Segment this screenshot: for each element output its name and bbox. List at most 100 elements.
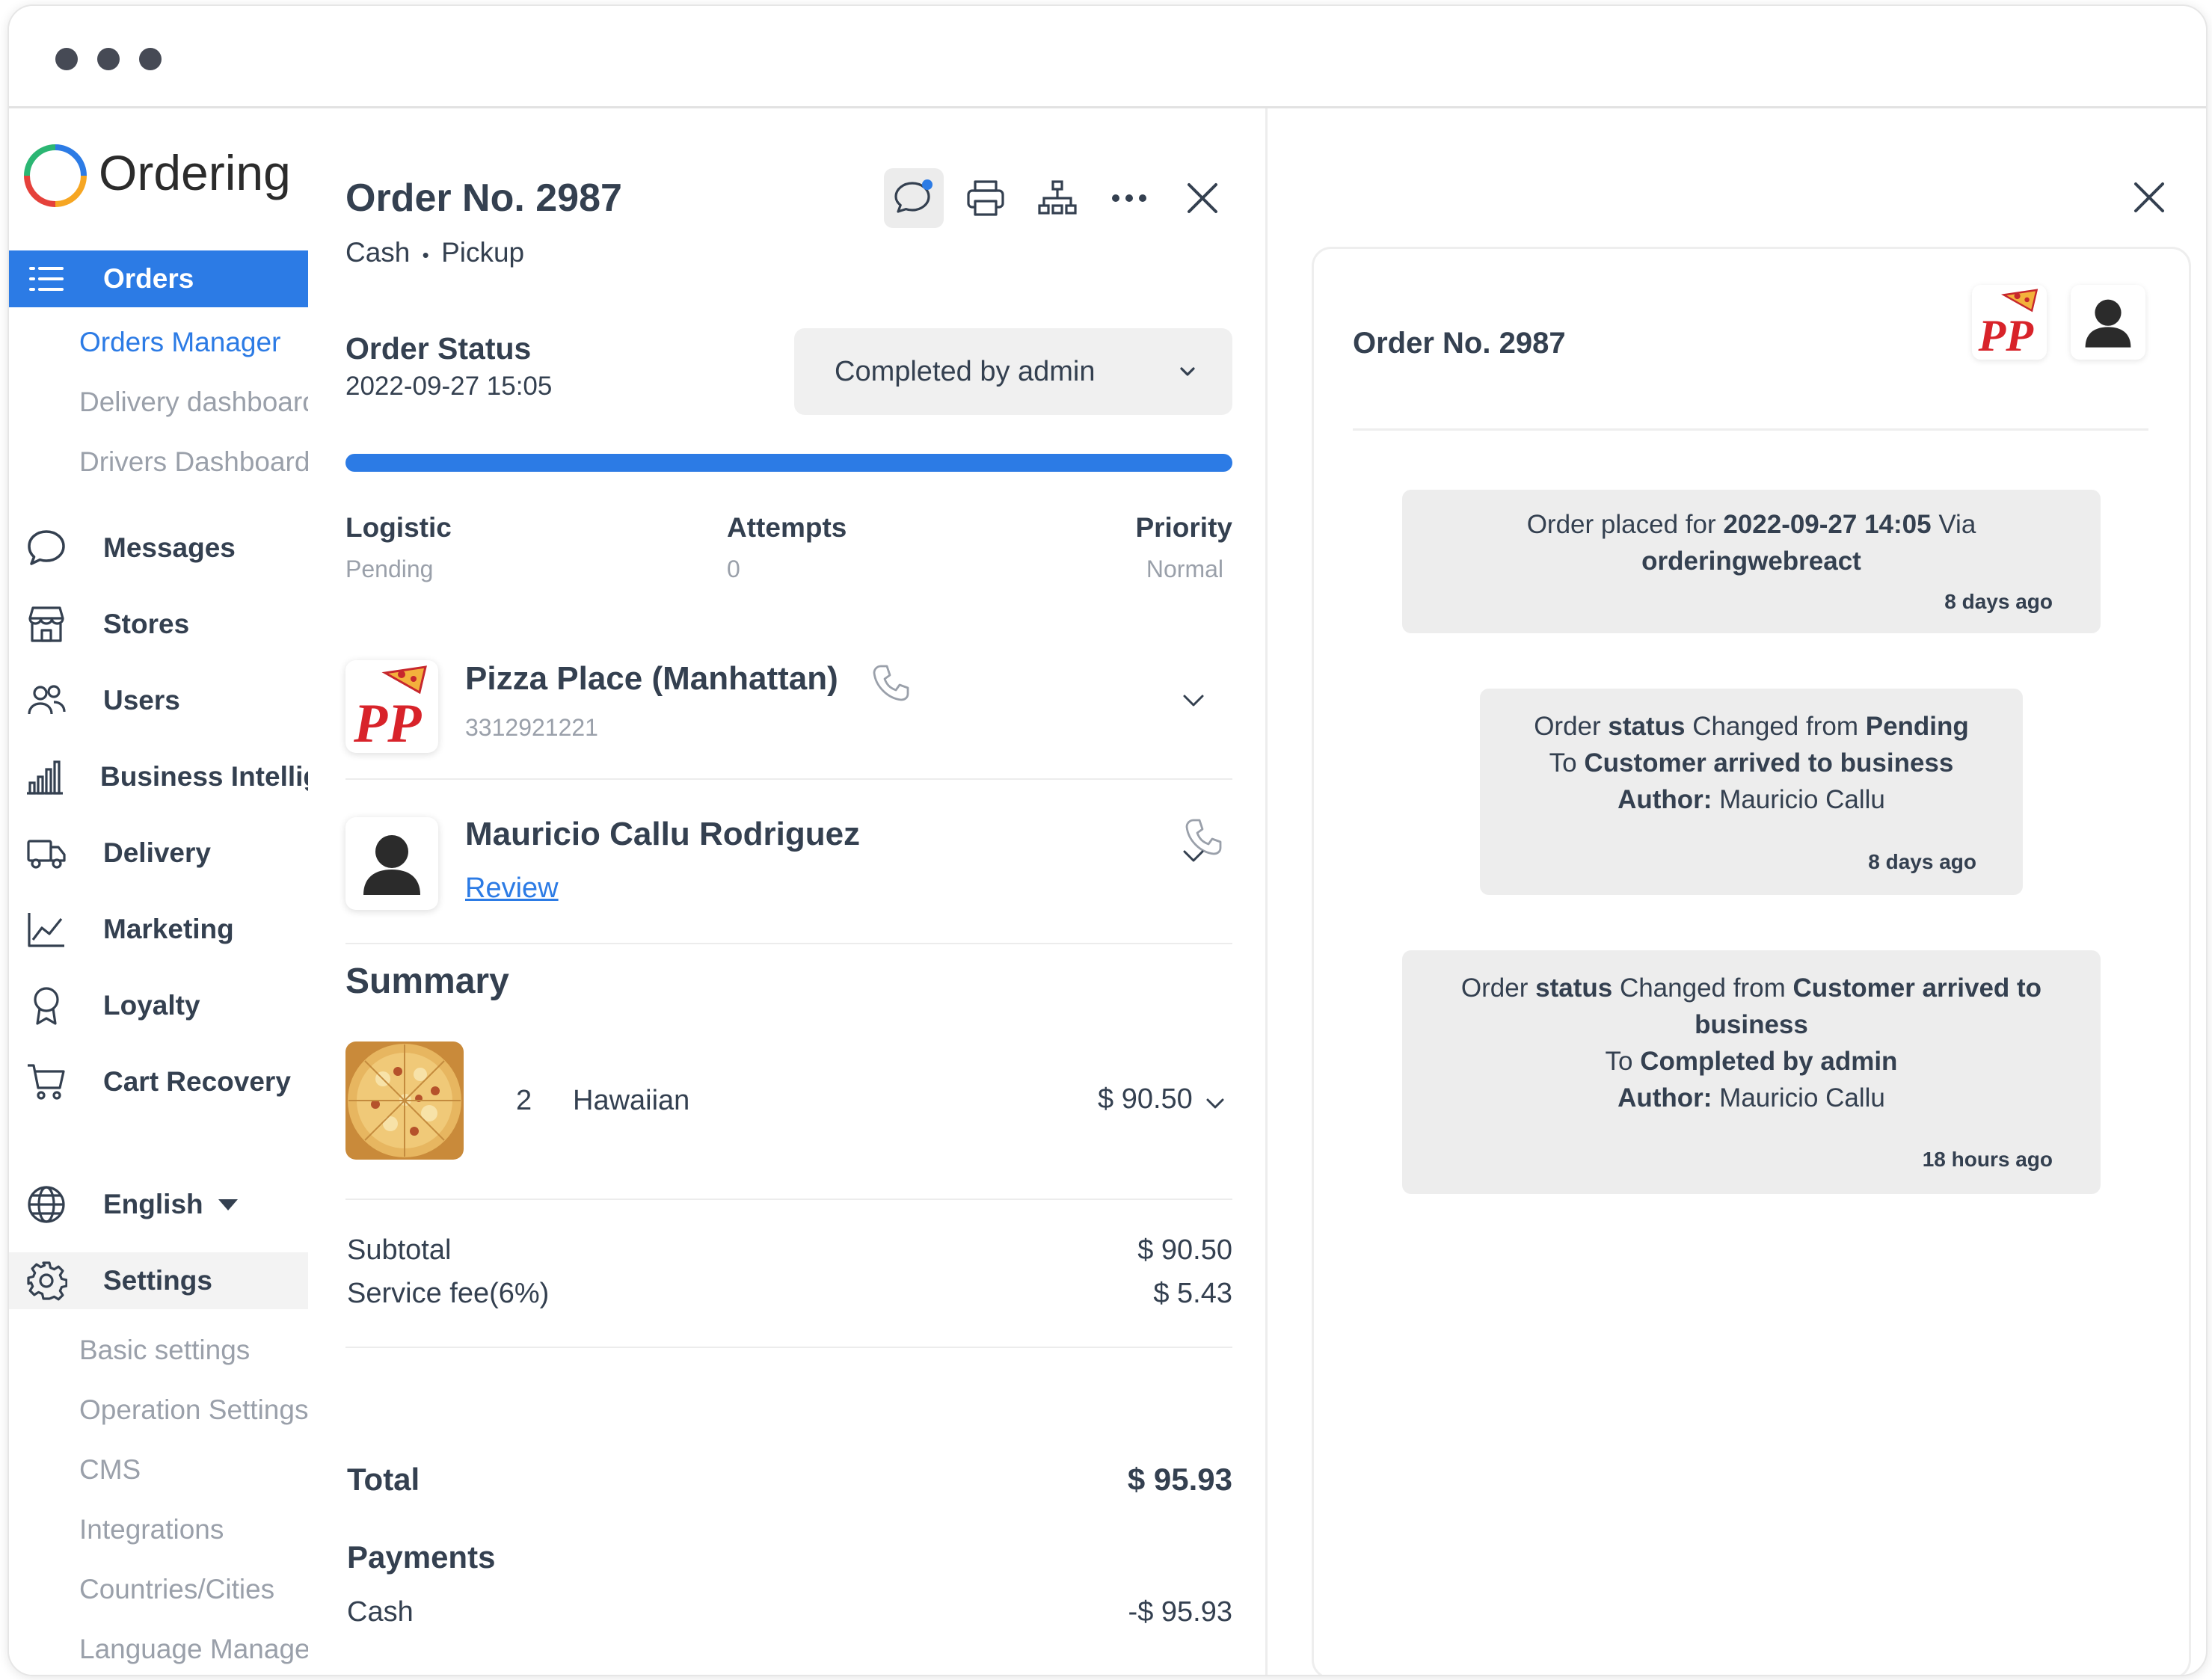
customer-name: Mauricio Callu Rodriguez <box>465 816 861 852</box>
users-icon <box>24 678 69 723</box>
ordering-logo-icon <box>24 144 87 207</box>
sidebar-subitem-delivery-dashboard[interactable]: Delivery dashboard <box>79 387 308 418</box>
sidebar-subitem-basic-settings[interactable]: Basic settings <box>79 1335 250 1366</box>
summary-title: Summary <box>345 961 509 1001</box>
print-button[interactable] <box>956 168 1016 228</box>
divider <box>345 778 1232 780</box>
chat-icon <box>894 179 933 213</box>
window-dot-maximize[interactable] <box>139 48 162 70</box>
chat-bubble-icon <box>24 526 69 570</box>
product-quantity: 2 <box>516 1085 532 1116</box>
event-text: orderingwebreact <box>1641 547 1861 576</box>
sidebar-item-messages[interactable]: Messages <box>9 520 308 576</box>
gear-icon <box>24 1258 69 1303</box>
event-text: business <box>1695 1010 1808 1039</box>
more-options-button[interactable] <box>1099 168 1159 228</box>
sidebar-item-settings[interactable]: Settings <box>9 1252 308 1309</box>
priority-value: Normal <box>1146 556 1223 582</box>
logistics-button[interactable] <box>1027 168 1087 228</box>
history-event: Order placed for 2022-09-27 14:05 Via or… <box>1402 490 2101 633</box>
window-dot-close[interactable] <box>55 48 78 70</box>
order-status-date: 2022-09-27 15:05 <box>345 372 553 401</box>
sidebar-item-label: Marketing <box>103 914 234 944</box>
total-label: Total <box>347 1462 420 1497</box>
sitemap-icon <box>1038 180 1077 215</box>
award-icon <box>24 983 69 1028</box>
sidebar-subitem-operation-settings[interactable]: Operation Settings <box>79 1394 308 1426</box>
sidebar-item-label: Settings <box>103 1265 212 1296</box>
delivery-type: Pickup <box>441 237 525 268</box>
subtotal-label: Subtotal <box>347 1234 452 1266</box>
payment-method: Cash <box>345 237 411 268</box>
language-selector[interactable]: English <box>9 1176 308 1233</box>
sidebar-subitem-cms[interactable]: CMS <box>79 1454 141 1486</box>
sidebar-subitem-integrations[interactable]: Integrations <box>79 1514 224 1545</box>
svg-text:PP: PP <box>1978 311 2035 358</box>
event-time: 8 days ago <box>1944 590 2053 613</box>
sidebar-item-cart-recovery[interactable]: Cart Recovery <box>9 1053 308 1110</box>
line-chart-icon <box>24 907 69 952</box>
chevron-down-icon[interactable] <box>1179 686 1208 716</box>
phone-icon[interactable] <box>869 662 912 705</box>
logistic-value: Pending <box>345 556 434 582</box>
close-order-button[interactable] <box>1173 168 1232 228</box>
app-logo-text: Ordering <box>99 145 291 200</box>
customer-avatar <box>2071 285 2145 360</box>
order-history-card: Order No. 2987 PP Order placed for 2022-… <box>1312 247 2191 1675</box>
chevron-down-icon[interactable] <box>1179 841 1208 871</box>
sidebar-item-delivery[interactable]: Delivery <box>9 825 308 881</box>
svg-text:PP: PP <box>353 693 422 751</box>
ellipsis-icon <box>1112 194 1146 202</box>
sidebar-item-loyalty[interactable]: Loyalty <box>9 977 308 1034</box>
pizza-place-logo-icon: PP <box>1978 289 2039 358</box>
close-icon <box>1188 183 1217 213</box>
sidebar-subitem-drivers-dashboard[interactable]: Drivers Dashboard <box>79 446 308 478</box>
business-phone: 3312921221 <box>465 714 598 741</box>
attempts-value: 0 <box>727 556 740 582</box>
divider <box>345 943 1232 944</box>
order-status-select[interactable]: Completed by admin <box>794 328 1232 415</box>
window-titlebar <box>9 6 2206 108</box>
product-name: Hawaiian <box>573 1085 690 1116</box>
priority-label: Priority <box>1135 512 1232 543</box>
sidebar-subitem-language-manager[interactable]: Language Manager <box>79 1634 308 1665</box>
history-event: Order status Changed from Customer arriv… <box>1402 950 2101 1194</box>
attempts-label: Attempts <box>727 512 847 543</box>
app-window: Ordering Orders Orders Manager Delivery … <box>7 4 2208 1676</box>
sidebar-item-label: Stores <box>103 609 190 639</box>
sidebar: Ordering Orders Orders Manager Delivery … <box>9 108 308 1675</box>
sidebar-item-orders[interactable]: Orders <box>9 250 308 307</box>
divider <box>1353 428 2148 431</box>
sidebar-item-stores[interactable]: Stores <box>9 596 308 653</box>
divider <box>345 1199 1232 1200</box>
history-event: Order status Changed from Pending To Cus… <box>1480 689 2023 895</box>
sidebar-item-label: Users <box>103 685 180 716</box>
separator-dot: • <box>422 244 429 266</box>
sidebar-item-marketing[interactable]: Marketing <box>9 901 308 958</box>
chevron-down-icon[interactable] <box>1202 1091 1228 1116</box>
service-fee-value: $ 5.43 <box>1153 1278 1232 1309</box>
window-dot-minimize[interactable] <box>97 48 120 70</box>
logistic-label: Logistic <box>345 512 452 543</box>
globe-icon <box>24 1182 69 1227</box>
close-history-button[interactable] <box>2127 175 2172 220</box>
user-avatar-icon <box>2085 299 2131 348</box>
event-time: 8 days ago <box>1868 850 1976 873</box>
sidebar-item-business-intelligence[interactable]: Business Intelligence <box>9 748 308 805</box>
total-value: $ 95.93 <box>1127 1462 1232 1497</box>
customer-avatar <box>345 817 438 910</box>
sidebar-subitem-orders-manager[interactable]: Orders Manager <box>79 327 280 358</box>
sidebar-item-users[interactable]: Users <box>9 672 308 729</box>
sidebar-subitem-countries-cities[interactable]: Countries/Cities <box>79 1574 274 1605</box>
printer-icon <box>967 180 1004 216</box>
store-icon <box>24 602 69 647</box>
order-subheading: Cash • Pickup <box>345 237 524 268</box>
list-icon <box>24 256 69 301</box>
payments-title: Payments <box>347 1539 496 1575</box>
sidebar-item-label: Delivery <box>103 837 211 868</box>
caret-down-icon <box>218 1199 238 1210</box>
pizza-place-logo-icon: PP <box>353 665 427 751</box>
event-text: Order status Changed from Pending <box>1534 712 1969 741</box>
chat-button[interactable] <box>884 168 944 228</box>
review-link[interactable]: Review <box>465 873 559 905</box>
